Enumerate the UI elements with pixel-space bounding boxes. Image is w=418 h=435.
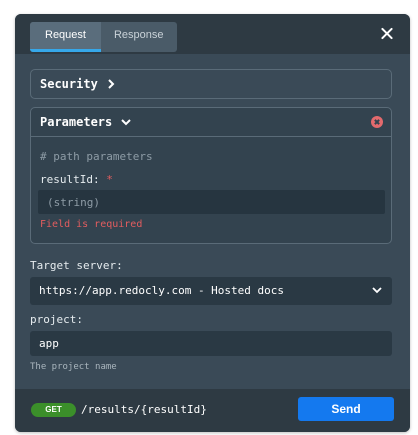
chevron-down-icon — [121, 119, 132, 126]
chevron-right-icon — [108, 79, 115, 89]
target-server-value: https://app.redocly.com - Hosted docs — [39, 284, 285, 297]
parameters-title: Parameters — [40, 115, 113, 129]
x-circle-icon[interactable] — [371, 116, 383, 128]
parameters-section: Parameters # path parameters resultId: *… — [30, 107, 392, 244]
result-id-field-wrap — [38, 190, 385, 214]
close-icon[interactable] — [378, 25, 396, 43]
required-mark: * — [106, 173, 113, 186]
path-parameters-comment: # path parameters — [40, 150, 153, 163]
security-header[interactable]: Security — [40, 77, 115, 91]
result-id-input[interactable] — [38, 190, 385, 214]
project-input[interactable] — [30, 331, 392, 356]
result-id-label-text: resultId: — [40, 173, 100, 186]
http-method-badge: GET — [31, 403, 76, 417]
panel-footer: GET /results/{resultId} Send — [15, 389, 410, 432]
field-error-message: Field is required — [40, 219, 143, 230]
security-title: Security — [40, 77, 98, 91]
parameters-header[interactable]: Parameters — [31, 108, 391, 137]
project-field-wrap — [30, 331, 392, 356]
chevron-down-icon — [372, 287, 382, 294]
project-hint: The project name — [30, 362, 117, 372]
send-button[interactable]: Send — [298, 397, 394, 421]
tab-response[interactable]: Response — [101, 22, 177, 52]
panel-header: Request Response — [15, 14, 410, 54]
result-id-label: resultId: * — [40, 173, 113, 186]
parameters-title-wrap[interactable]: Parameters — [40, 115, 132, 129]
security-section[interactable]: Security — [30, 69, 392, 99]
try-it-panel: Request Response Security Parameters # p… — [15, 14, 410, 432]
target-server-select[interactable]: https://app.redocly.com - Hosted docs — [30, 277, 392, 305]
tab-request[interactable]: Request — [30, 22, 101, 52]
project-label: project: — [30, 313, 83, 326]
tab-bar: Request Response — [30, 22, 177, 52]
target-server-label: Target server: — [30, 259, 123, 272]
endpoint-path: /results/{resultId} — [81, 403, 207, 416]
